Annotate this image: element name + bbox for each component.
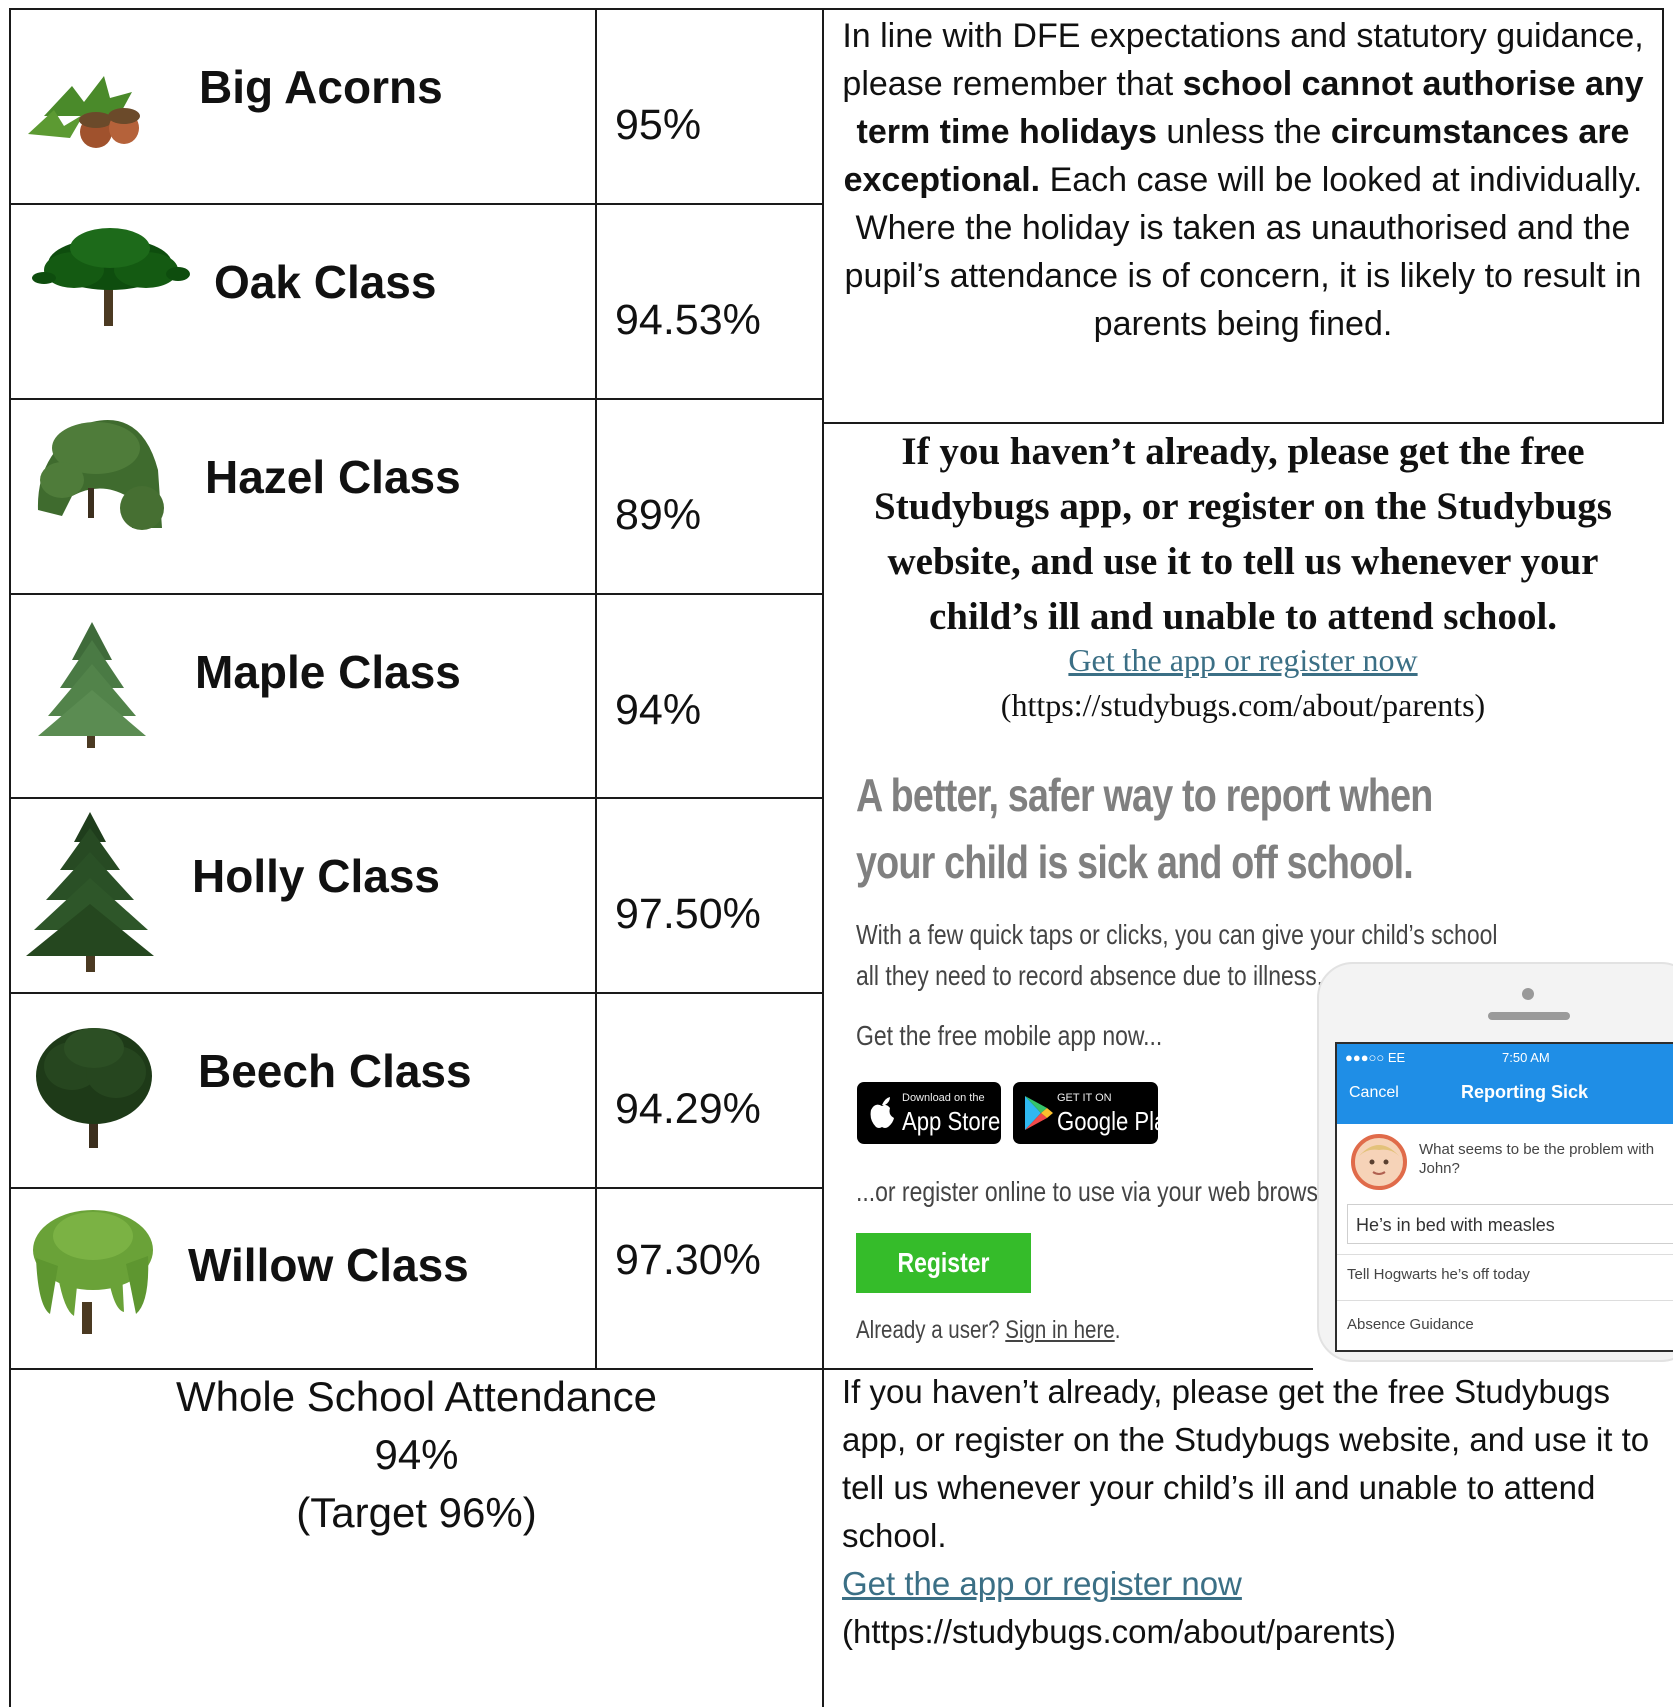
class-name: Hazel Class bbox=[205, 451, 461, 503]
class-name: Big Acorns bbox=[199, 61, 443, 113]
class-name: Beech Class bbox=[198, 1045, 472, 1097]
attendance-percent: 94% bbox=[615, 686, 702, 734]
attendance-percent: 94.29% bbox=[615, 1085, 761, 1133]
promo-body-line: With a few quick taps or clicks, you can… bbox=[856, 919, 1498, 950]
whole-school-attendance: Whole School Attendance 94% (Target 96%) bbox=[10, 1368, 823, 1542]
google-play-small-text: GET IT ON bbox=[1057, 1092, 1112, 1104]
whole-school-label: Whole School Attendance bbox=[176, 1373, 657, 1420]
register-free-button[interactable]: Register Free! bbox=[856, 1233, 1031, 1338]
studybugs-headline: If you haven’t already, please get the f… bbox=[874, 430, 1612, 638]
hazel-tree-icon bbox=[37, 420, 164, 530]
notice-text: unless the bbox=[1156, 113, 1331, 151]
holiday-notice: In line with DFE expectations and statut… bbox=[833, 12, 1653, 348]
bottom-get-app-link[interactable]: Get the app or register now bbox=[842, 1560, 1652, 1608]
phone-tell-school-row[interactable]: Tell Hogwarts he’s off today bbox=[1347, 1266, 1530, 1283]
row-divider bbox=[10, 398, 823, 400]
acorn-icon bbox=[28, 76, 140, 148]
row-divider bbox=[10, 203, 823, 205]
table-border-right bbox=[1662, 8, 1664, 424]
google-play-icon bbox=[1025, 1096, 1053, 1130]
promo-heading: A better, safer way to report when your … bbox=[856, 762, 1446, 896]
get-app-link[interactable]: Get the app or register now bbox=[833, 642, 1653, 679]
app-store-small-text: Download on the bbox=[902, 1092, 985, 1104]
studybugs-url: (https://studybugs.com/about/parents) bbox=[1000, 687, 1486, 723]
phone-header-bar: ●●●○○ EE 7:50 AM Cancel Reporting Sick bbox=[1337, 1044, 1673, 1124]
sign-in-period: . bbox=[1114, 1316, 1121, 1344]
willow-tree-icon bbox=[33, 1210, 153, 1334]
phone-speaker bbox=[1488, 1012, 1570, 1020]
google-play-label: Google Play bbox=[1057, 1106, 1178, 1136]
conifer-tree-icon bbox=[26, 812, 154, 972]
attendance-percent: 97.50% bbox=[615, 890, 761, 938]
row-divider bbox=[10, 1187, 823, 1189]
bottom-paragraph: If you haven’t already, please get the f… bbox=[842, 1373, 1650, 1554]
class-name: Holly Class bbox=[192, 850, 440, 902]
phone-screen: ●●●○○ EE 7:50 AM Cancel Reporting Sick W… bbox=[1335, 1042, 1673, 1352]
bottom-url: (https://studybugs.com/about/parents) bbox=[842, 1613, 1396, 1650]
already-user-text: Already a user? Sign in here. bbox=[856, 1316, 1120, 1345]
whole-school-target: (Target 96%) bbox=[296, 1489, 537, 1536]
phone-answer-input[interactable]: He’s in bed with measles bbox=[1347, 1204, 1673, 1244]
phone-divider bbox=[1337, 1254, 1673, 1255]
class-name: Willow Class bbox=[188, 1239, 469, 1291]
phone-carrier: ●●●○○ EE bbox=[1345, 1050, 1406, 1065]
phone-absence-guidance-row[interactable]: Absence Guidance bbox=[1347, 1316, 1474, 1333]
beech-tree-icon bbox=[36, 1028, 152, 1148]
phone-cancel-button[interactable]: Cancel bbox=[1349, 1084, 1399, 1102]
phone-time: 7:50 AM bbox=[1502, 1050, 1550, 1065]
class-name: Maple Class bbox=[195, 646, 461, 698]
oak-tree-icon bbox=[32, 228, 190, 326]
attendance-percent: 89% bbox=[615, 491, 702, 539]
class-name: Oak Class bbox=[214, 256, 437, 308]
phone-title: Reporting Sick bbox=[1461, 1082, 1589, 1102]
row-divider bbox=[10, 992, 823, 994]
get-app-text: Get the free mobile app now... bbox=[856, 1020, 1163, 1051]
phone-camera bbox=[1522, 988, 1534, 1000]
app-store-label: App Store bbox=[902, 1106, 1001, 1136]
already-user-label: Already a user? bbox=[856, 1316, 1006, 1344]
promo-heading-line: your child is sick and off school. bbox=[856, 836, 1414, 888]
bottom-studybugs-text: If you haven’t already, please get the f… bbox=[842, 1368, 1652, 1656]
apple-icon bbox=[870, 1097, 894, 1128]
app-store-badge[interactable]: Download on the App Store bbox=[857, 1082, 1001, 1144]
row-divider bbox=[10, 593, 823, 595]
row-divider bbox=[10, 797, 823, 799]
fir-tree-icon bbox=[38, 622, 146, 748]
sign-in-link[interactable]: Sign in here bbox=[1005, 1316, 1114, 1344]
phone-divider bbox=[1337, 1300, 1673, 1301]
attendance-percent: 97.30% bbox=[615, 1236, 761, 1284]
promo-heading-line: A better, safer way to report when bbox=[856, 769, 1433, 821]
whole-school-value: 94% bbox=[374, 1431, 459, 1478]
google-play-badge[interactable]: GET IT ON Google Play bbox=[1013, 1082, 1177, 1144]
register-online-text: ...or register online to use via your we… bbox=[856, 1176, 1345, 1207]
column-divider-1 bbox=[595, 8, 597, 1370]
phone-question: What seems to be the problem with John? bbox=[1419, 1141, 1655, 1177]
attendance-percent: 94.53% bbox=[615, 296, 761, 344]
child-avatar bbox=[1351, 1134, 1407, 1190]
table-border-top bbox=[10, 8, 1663, 10]
attendance-percent: 95% bbox=[615, 101, 702, 149]
